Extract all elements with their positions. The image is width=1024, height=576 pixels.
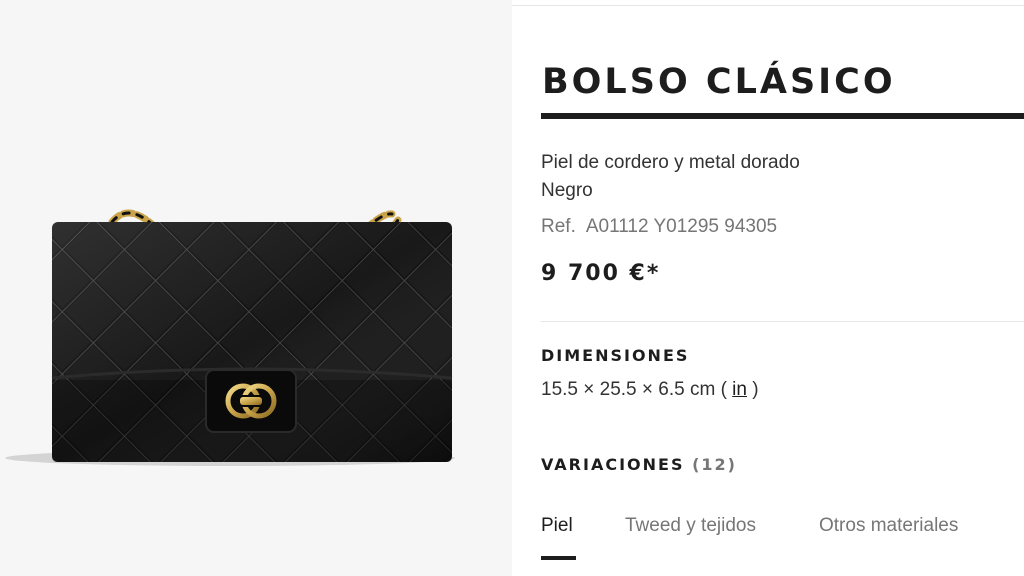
- reference-code: A01112 Y01295 94305: [585, 216, 778, 237]
- dimensions-heading: DIMENSIONES: [541, 346, 690, 365]
- product-details-panel: BOLSO CLÁSICO Piel de cordero y metal do…: [512, 0, 1024, 576]
- variation-tabs: Piel Tweed y tejidos Otros materiales: [541, 512, 1024, 562]
- tab-tweed-y-tejidos[interactable]: Tweed y tejidos: [625, 512, 756, 540]
- section-divider: [541, 321, 1024, 322]
- variations-heading: VARIACIONES (12): [541, 454, 737, 476]
- dimensions-close-paren: ): [752, 379, 759, 400]
- reference-label: Ref.: [541, 216, 576, 237]
- inches-toggle-link[interactable]: in: [732, 379, 747, 400]
- tab-otros-materiales[interactable]: Otros materiales: [819, 512, 958, 540]
- product-material: Piel de cordero y metal dorado: [541, 152, 800, 173]
- product-price: 9 700 €*: [541, 261, 661, 286]
- top-divider: [512, 5, 1024, 6]
- product-title: BOLSO CLÁSICO: [542, 62, 896, 102]
- product-image[interactable]: [0, 0, 512, 576]
- dimensions-measurements: 15.5 × 25.5 × 6.5 cm (: [541, 379, 727, 400]
- dimensions-value: 15.5 × 25.5 × 6.5 cm ( in ): [541, 377, 759, 403]
- active-tab-indicator: [541, 556, 576, 560]
- product-reference: Ref. A01112 Y01295 94305: [541, 213, 777, 241]
- product-color: Negro: [541, 180, 593, 201]
- variations-label: VARIACIONES: [541, 455, 685, 474]
- title-underline: [541, 113, 1024, 119]
- cc-clasp-icon: [205, 369, 297, 433]
- product-gallery: [0, 0, 512, 576]
- variations-count: (12): [692, 455, 737, 474]
- tab-piel[interactable]: Piel: [541, 512, 573, 540]
